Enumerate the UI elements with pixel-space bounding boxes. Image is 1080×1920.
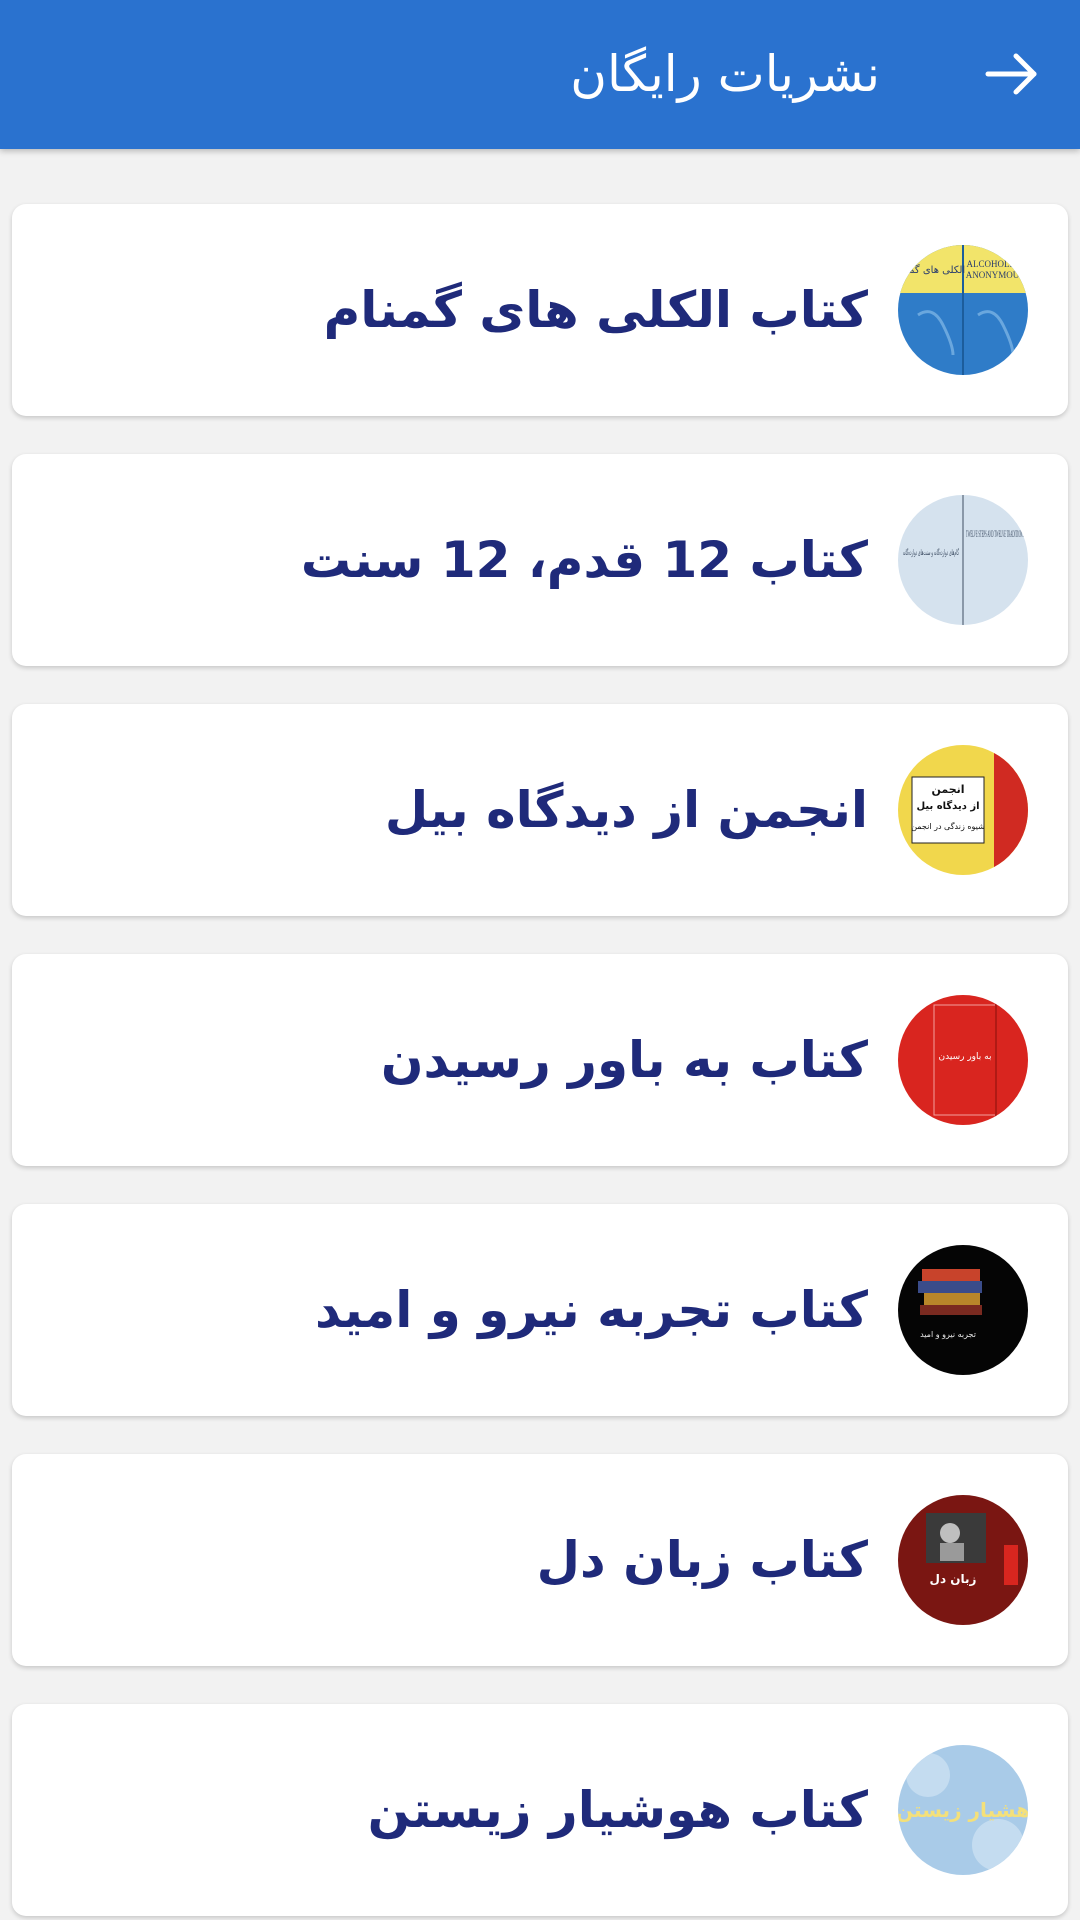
- book-cover-thumbnail: به باور رسیدن: [898, 995, 1028, 1125]
- cover-text: TWELVE STEPS AND TWELVE TRADITIONS: [966, 529, 1024, 539]
- item-label: انجمن از دیدگاه بیل: [384, 781, 868, 839]
- list-item[interactable]: تجربه نیرو و امید کتاب تجربه نیرو و امید: [12, 1204, 1068, 1416]
- cover-text: زبان دل: [930, 1572, 977, 1586]
- book-cover-thumbnail: ALCOHOLICS ANONYMOUS الکلی های گمنام: [898, 245, 1028, 375]
- item-label: کتاب هوشیار زیستن: [367, 1781, 868, 1839]
- app-bar: نشریات رایگان: [0, 0, 1080, 149]
- item-label: کتاب الکلی های گمنام: [323, 281, 868, 339]
- book-cover-thumbnail: انجمن از دیدگاه بیل شیوه زندگی در انجمن: [898, 745, 1028, 875]
- book-cover-thumbnail: TWELVE STEPS AND TWELVE TRADITIONS گام‌ه…: [898, 495, 1028, 625]
- cover-text: شیوه زندگی در انجمن: [911, 821, 985, 831]
- page-title: نشریات رایگان: [570, 45, 880, 103]
- item-label: کتاب زبان دل: [536, 1531, 868, 1589]
- cover-text: گام‌های دوازده‌گانه و سنت‌های دوازده‌گان…: [903, 547, 959, 557]
- list-item[interactable]: TWELVE STEPS AND TWELVE TRADITIONS گام‌ه…: [12, 454, 1068, 666]
- item-label: کتاب 12 قدم، 12 سنت: [300, 531, 868, 589]
- cover-text: الکلی های گمنام: [898, 264, 965, 276]
- cover-text: ANONYMOUS: [966, 270, 1025, 280]
- list-item[interactable]: به باور رسیدن کتاب به باور رسیدن: [12, 954, 1068, 1166]
- cover-text: ALCOHOLICS: [966, 259, 1023, 269]
- book-cover-thumbnail: زبان دل: [898, 1495, 1028, 1625]
- list-item[interactable]: هشیار زیستن کتاب هوشیار زیستن: [12, 1704, 1068, 1916]
- cover-text: از دیدگاه بیل: [916, 799, 979, 812]
- cover-text: انجمن: [931, 783, 964, 796]
- cover-text: تجربه نیرو و امید: [920, 1330, 976, 1339]
- book-cover-thumbnail: تجربه نیرو و امید: [898, 1245, 1028, 1375]
- book-cover-thumbnail: هشیار زیستن: [898, 1745, 1028, 1875]
- cover-text: هشیار زیستن: [898, 1798, 1028, 1822]
- cover-text: به باور رسیدن: [939, 1052, 992, 1062]
- item-label: کتاب به باور رسیدن: [380, 1031, 868, 1089]
- item-label: کتاب تجربه نیرو و امید: [315, 1281, 868, 1339]
- list-item[interactable]: انجمن از دیدگاه بیل شیوه زندگی در انجمن …: [12, 704, 1068, 916]
- list-item[interactable]: ALCOHOLICS ANONYMOUS الکلی های گمنام کتا…: [12, 204, 1068, 416]
- arrow-right-icon[interactable]: [980, 42, 1044, 106]
- list-item[interactable]: زبان دل کتاب زبان دل: [12, 1454, 1068, 1666]
